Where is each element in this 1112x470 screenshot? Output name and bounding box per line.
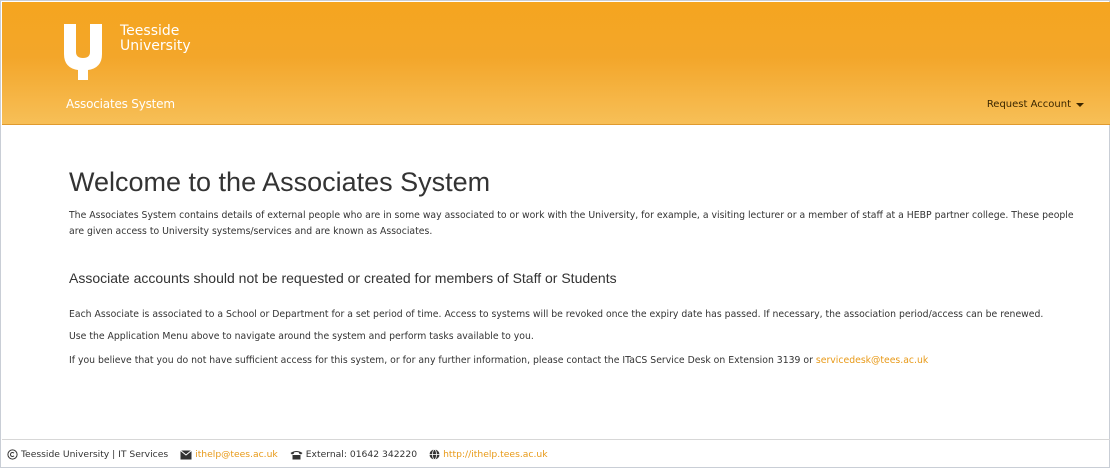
footer-copyright: Teesside University | IT Services [7,449,168,460]
footer-website: http://ithelp.tees.ac.uk [429,449,548,460]
footer-divider [2,439,1110,440]
ithelp-email-link[interactable]: ithelp@tees.ac.uk [195,449,278,460]
copyright-icon [7,449,18,460]
footer-phone: External: 01642 342220 [290,449,417,460]
menu-paragraph: Use the Application Menu above to naviga… [69,331,534,342]
main-content: Welcome to the Associates System The Ass… [69,166,1074,369]
footer: Teesside University | IT Services ithelp… [7,449,548,460]
request-account-label: Request Account [986,99,1071,110]
caret-down-icon [1076,103,1084,107]
expiry-paragraph: Each Associate is associated to a School… [69,309,1044,320]
logo-line-2: University [120,38,191,54]
ithelp-website-link[interactable]: http://ithelp.tees.ac.uk [443,449,547,460]
copyright-text: Teesside University | IT Services [21,449,169,460]
page-title: Welcome to the Associates System [69,167,491,197]
university-logo-icon [64,24,102,80]
contact-paragraph: If you believe that you do not have suff… [69,353,1074,369]
request-account-menu[interactable]: Request Account [987,99,1084,110]
external-phone-text: External: 01642 342220 [305,449,418,460]
university-logo-text: Teesside University [120,24,191,54]
header-bar: Teesside University Associates System Re… [2,2,1110,125]
phone-icon [290,450,303,460]
envelope-icon [180,449,192,460]
footer-email: ithelp@tees.ac.uk [180,449,278,460]
globe-icon [429,449,440,460]
warning-heading: Associate accounts should not be request… [69,270,617,286]
contact-text: If you believe that you do not have suff… [69,355,816,366]
servicedesk-email-link[interactable]: servicedesk@tees.ac.uk [816,355,928,366]
intro-paragraph: The Associates System contains details o… [69,210,1074,237]
logo-line-1: Teesside [120,23,180,39]
system-title[interactable]: Associates System [66,97,175,111]
app-window: Teesside University Associates System Re… [0,0,1110,468]
